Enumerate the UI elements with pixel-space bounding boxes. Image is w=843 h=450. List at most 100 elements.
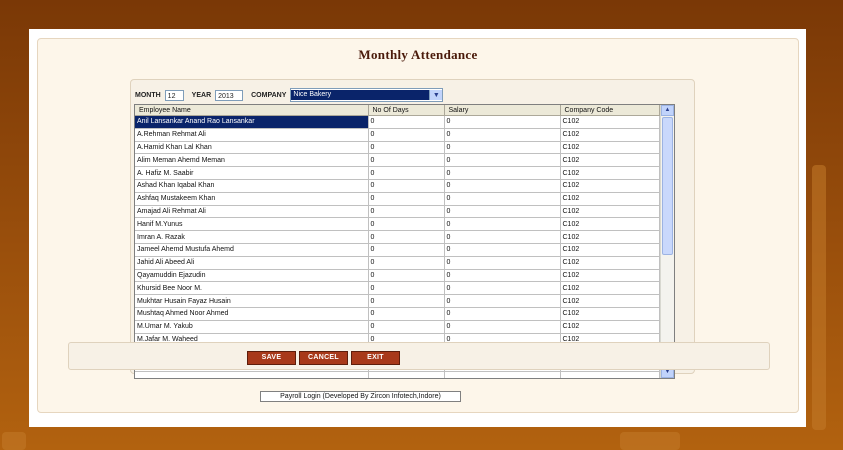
- salary-cell[interactable]: 0: [444, 179, 561, 193]
- employee-name-cell[interactable]: Hanif M.Yunus: [135, 217, 369, 232]
- table-row[interactable]: Jahid Ali Abeed Ali 0 0 C102: [135, 256, 660, 270]
- company-code-cell[interactable]: C102: [560, 179, 660, 193]
- table-row[interactable]: Khursid Bee Noor M. 0 0 C102: [135, 281, 660, 296]
- salary-cell[interactable]: 0: [444, 269, 561, 283]
- employee-name-cell[interactable]: Ashfaq Mustakeem Khan: [135, 192, 369, 206]
- days-cell[interactable]: 0: [368, 256, 445, 270]
- year-input[interactable]: 2013: [215, 89, 244, 101]
- employee-name-cell[interactable]: Jahid Ali Abeed Ali: [135, 256, 369, 270]
- save-button[interactable]: SAVE: [247, 351, 296, 365]
- column-header[interactable]: Salary: [444, 105, 561, 116]
- days-cell[interactable]: 0: [368, 205, 445, 219]
- salary-cell[interactable]: 0: [444, 320, 561, 334]
- days-cell[interactable]: 0: [368, 128, 445, 142]
- company-code-cell[interactable]: C102: [560, 269, 660, 283]
- salary-cell[interactable]: 0: [444, 256, 561, 270]
- company-code-cell[interactable]: C102: [560, 243, 660, 257]
- company-code-cell[interactable]: C102: [560, 217, 660, 232]
- days-cell[interactable]: 0: [368, 243, 445, 257]
- days-cell[interactable]: 0: [368, 269, 445, 283]
- employee-name-cell[interactable]: Khursid Bee Noor M.: [135, 281, 369, 296]
- employee-name-cell[interactable]: Jameel Ahemd Mustufa Ahemd: [135, 243, 369, 257]
- table-row[interactable]: Ashfaq Mustakeem Khan 0 0 C102: [135, 192, 660, 206]
- employee-name-cell[interactable]: A.Rehman Rehmat Ali: [135, 128, 369, 142]
- company-select[interactable]: Nice Bakery ▼: [290, 88, 444, 102]
- company-code-cell[interactable]: C102: [560, 294, 660, 308]
- salary-cell[interactable]: 0: [444, 205, 561, 219]
- days-cell[interactable]: [368, 371, 445, 378]
- days-cell[interactable]: 0: [368, 153, 445, 168]
- table-row[interactable]: M.Umar M. Yakub 0 0 C102: [135, 320, 660, 334]
- salary-cell[interactable]: 0: [444, 166, 561, 180]
- days-cell[interactable]: 0: [368, 307, 445, 321]
- days-cell[interactable]: 0: [368, 294, 445, 308]
- table-row[interactable]: [135, 371, 660, 378]
- table-row[interactable]: A. Hafiz M. Saabir 0 0 C102: [135, 166, 660, 180]
- company-code-cell[interactable]: C102: [560, 153, 660, 168]
- company-code-cell[interactable]: C102: [560, 192, 660, 206]
- days-cell[interactable]: 0: [368, 281, 445, 296]
- table-row[interactable]: Ashad Khan Iqabal Khan 0 0 C102: [135, 179, 660, 193]
- table-row[interactable]: A.Rehman Rehmat Ali 0 0 C102: [135, 128, 660, 142]
- days-cell[interactable]: 0: [368, 217, 445, 232]
- column-header[interactable]: Company Code: [560, 105, 660, 116]
- employee-name-cell[interactable]: Ashad Khan Iqabal Khan: [135, 179, 369, 193]
- company-code-cell[interactable]: C102: [560, 205, 660, 219]
- scroll-up-icon[interactable]: ▲: [661, 105, 674, 116]
- company-code-cell[interactable]: C102: [560, 320, 660, 334]
- salary-cell[interactable]: 0: [444, 243, 561, 257]
- table-row[interactable]: Alim Meman Ahemd Meman 0 0 C102: [135, 153, 660, 168]
- salary-cell[interactable]: 0: [444, 128, 561, 142]
- employee-name-cell[interactable]: Qayamuddin Ejazudin: [135, 269, 369, 283]
- company-code-cell[interactable]: C102: [560, 141, 660, 155]
- salary-cell[interactable]: 0: [444, 192, 561, 206]
- days-cell[interactable]: 0: [368, 141, 445, 155]
- table-row[interactable]: Amajad Ali Rehmat Ali 0 0 C102: [135, 205, 660, 219]
- employee-name-cell[interactable]: [135, 371, 369, 378]
- table-row[interactable]: A.Hamid Khan Lal Khan 0 0 C102: [135, 141, 660, 155]
- employee-name-cell[interactable]: Anil Lansankar Anand Rao Lansankar: [135, 115, 369, 129]
- month-input[interactable]: 12: [164, 89, 184, 101]
- employee-name-cell[interactable]: Alim Meman Ahemd Meman: [135, 153, 369, 168]
- salary-cell[interactable]: 0: [444, 294, 561, 308]
- company-code-cell[interactable]: C102: [560, 230, 660, 244]
- salary-cell[interactable]: 0: [444, 115, 561, 129]
- company-code-cell[interactable]: C102: [560, 307, 660, 321]
- company-code-cell[interactable]: C102: [560, 128, 660, 142]
- employee-name-cell[interactable]: A. Hafiz M. Saabir: [135, 166, 369, 180]
- salary-cell[interactable]: [444, 371, 561, 378]
- table-row[interactable]: Imran A. Razak 0 0 C102: [135, 230, 660, 244]
- company-code-cell[interactable]: C102: [560, 256, 660, 270]
- company-code-cell[interactable]: [560, 371, 660, 378]
- company-code-cell[interactable]: C102: [560, 166, 660, 180]
- employee-name-cell[interactable]: A.Hamid Khan Lal Khan: [135, 141, 369, 155]
- employee-name-cell[interactable]: M.Umar M. Yakub: [135, 320, 369, 334]
- days-cell[interactable]: 0: [368, 179, 445, 193]
- cancel-button[interactable]: CANCEL: [299, 351, 348, 365]
- vertical-scrollbar[interactable]: ▲ ▼: [660, 105, 674, 378]
- table-row[interactable]: Anil Lansankar Anand Rao Lansankar 0 0 C102: [135, 115, 660, 129]
- table-row[interactable]: Mukhtar Husain Fayaz Husain 0 0 C102: [135, 294, 660, 308]
- chevron-down-icon[interactable]: ▼: [429, 90, 443, 100]
- employee-name-cell[interactable]: Mushtaq Ahmed Noor Ahmed: [135, 307, 369, 321]
- salary-cell[interactable]: 0: [444, 141, 561, 155]
- column-header[interactable]: No Of Days: [368, 105, 445, 116]
- salary-cell[interactable]: 0: [444, 281, 561, 296]
- employee-name-cell[interactable]: Mukhtar Husain Fayaz Husain: [135, 294, 369, 308]
- days-cell[interactable]: 0: [368, 166, 445, 180]
- days-cell[interactable]: 0: [368, 320, 445, 334]
- employee-name-cell[interactable]: Imran A. Razak: [135, 230, 369, 244]
- employee-name-cell[interactable]: Amajad Ali Rehmat Ali: [135, 205, 369, 219]
- table-row[interactable]: Mushtaq Ahmed Noor Ahmed 0 0 C102: [135, 307, 660, 321]
- salary-cell[interactable]: 0: [444, 153, 561, 168]
- exit-button[interactable]: EXIT: [351, 351, 400, 365]
- salary-cell[interactable]: 0: [444, 217, 561, 232]
- attendance-grid[interactable]: Employee Name No Of Days Salary Company Cod…: [134, 104, 675, 379]
- company-code-cell[interactable]: C102: [560, 281, 660, 296]
- column-header[interactable]: Employee Name: [135, 105, 369, 116]
- scrollbar-thumb[interactable]: [662, 117, 673, 255]
- company-select-value[interactable]: Nice Bakery: [291, 90, 430, 100]
- days-cell[interactable]: 0: [368, 192, 445, 206]
- table-row[interactable]: Qayamuddin Ejazudin 0 0 C102: [135, 269, 660, 283]
- days-cell[interactable]: 0: [368, 115, 445, 129]
